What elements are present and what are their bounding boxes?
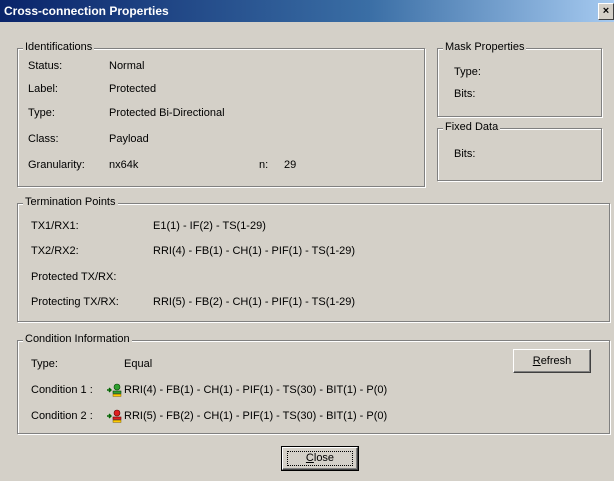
type-label: Type: [28, 107, 55, 119]
tx2-rx2-value: RRI(4) - FB(1) - CH(1) - PIF(1) - TS(1-2… [153, 245, 356, 257]
granularity-value: nx64k [109, 159, 139, 171]
condition-type-label: Type: [31, 358, 58, 370]
condition-information-legend: Condition Information [23, 333, 132, 345]
status-label: Status: [28, 60, 63, 72]
refresh-button[interactable]: Refresh [513, 349, 591, 373]
identifications-legend: Identifications [23, 41, 95, 53]
user-check-icon [107, 383, 122, 397]
granularity-label: Granularity: [28, 159, 85, 171]
class-value: Payload [109, 133, 149, 145]
mask-properties-legend: Mask Properties [443, 41, 527, 53]
mask-bits-label: Bits: [454, 88, 476, 100]
protected-txrx-label: Protected TX/RX: [31, 271, 117, 283]
condition-2-value: RRI(5) - FB(2) - CH(1) - PIF(1) - TS(30)… [124, 410, 388, 422]
refresh-label: efresh [540, 355, 572, 367]
fixed-data-group: Fixed Data Bits: [437, 121, 602, 181]
tx1-rx1-label: TX1/RX1: [31, 220, 79, 232]
termination-points-group: Termination Points TX1/RX1: E1(1) - IF(2… [17, 196, 610, 322]
type-value: Protected Bi-Directional [109, 107, 225, 119]
condition-1-value: RRI(4) - FB(1) - CH(1) - PIF(1) - TS(30)… [124, 384, 388, 396]
label-label: Label: [28, 83, 58, 95]
identifications-group: Identifications Status: Normal Label: Pr… [17, 41, 425, 187]
fixed-bits-label: Bits: [454, 148, 476, 160]
n-label: n: [259, 159, 269, 171]
title-bar[interactable]: Cross-connection Properties × [0, 0, 614, 22]
mask-properties-group: Mask Properties Type: Bits: [437, 41, 602, 117]
mask-type-label: Type: [454, 66, 481, 78]
label-value: Protected [109, 83, 157, 95]
window-title: Cross-connection Properties [4, 4, 169, 18]
cross-connection-properties-dialog: Cross-connection Properties × Identifica… [0, 0, 614, 481]
class-label: Class: [28, 133, 59, 145]
close-window-button[interactable]: × [598, 3, 614, 20]
condition-type-value: Equal [124, 358, 153, 370]
user-error-icon [107, 409, 122, 423]
condition-1-label: Condition 1 : [31, 384, 93, 396]
protecting-txrx-value: RRI(5) - FB(2) - CH(1) - PIF(1) - TS(1-2… [153, 296, 356, 308]
condition-information-group: Condition Information Type: Equal Refres… [17, 333, 610, 434]
fixed-data-legend: Fixed Data [443, 121, 501, 133]
condition-2-label: Condition 2 : [31, 410, 93, 422]
protecting-txrx-label: Protecting TX/RX: [31, 296, 119, 308]
tx2-rx2-label: TX2/RX2: [31, 245, 79, 257]
tx1-rx1-value: E1(1) - IF(2) - TS(1-29) [153, 220, 266, 232]
n-value: 29 [284, 159, 297, 171]
focus-rect [287, 451, 353, 466]
close-button[interactable]: Close [281, 446, 359, 471]
status-value: Normal [109, 60, 145, 72]
termination-points-legend: Termination Points [23, 196, 118, 208]
refresh-mnemonic: R [532, 355, 541, 367]
